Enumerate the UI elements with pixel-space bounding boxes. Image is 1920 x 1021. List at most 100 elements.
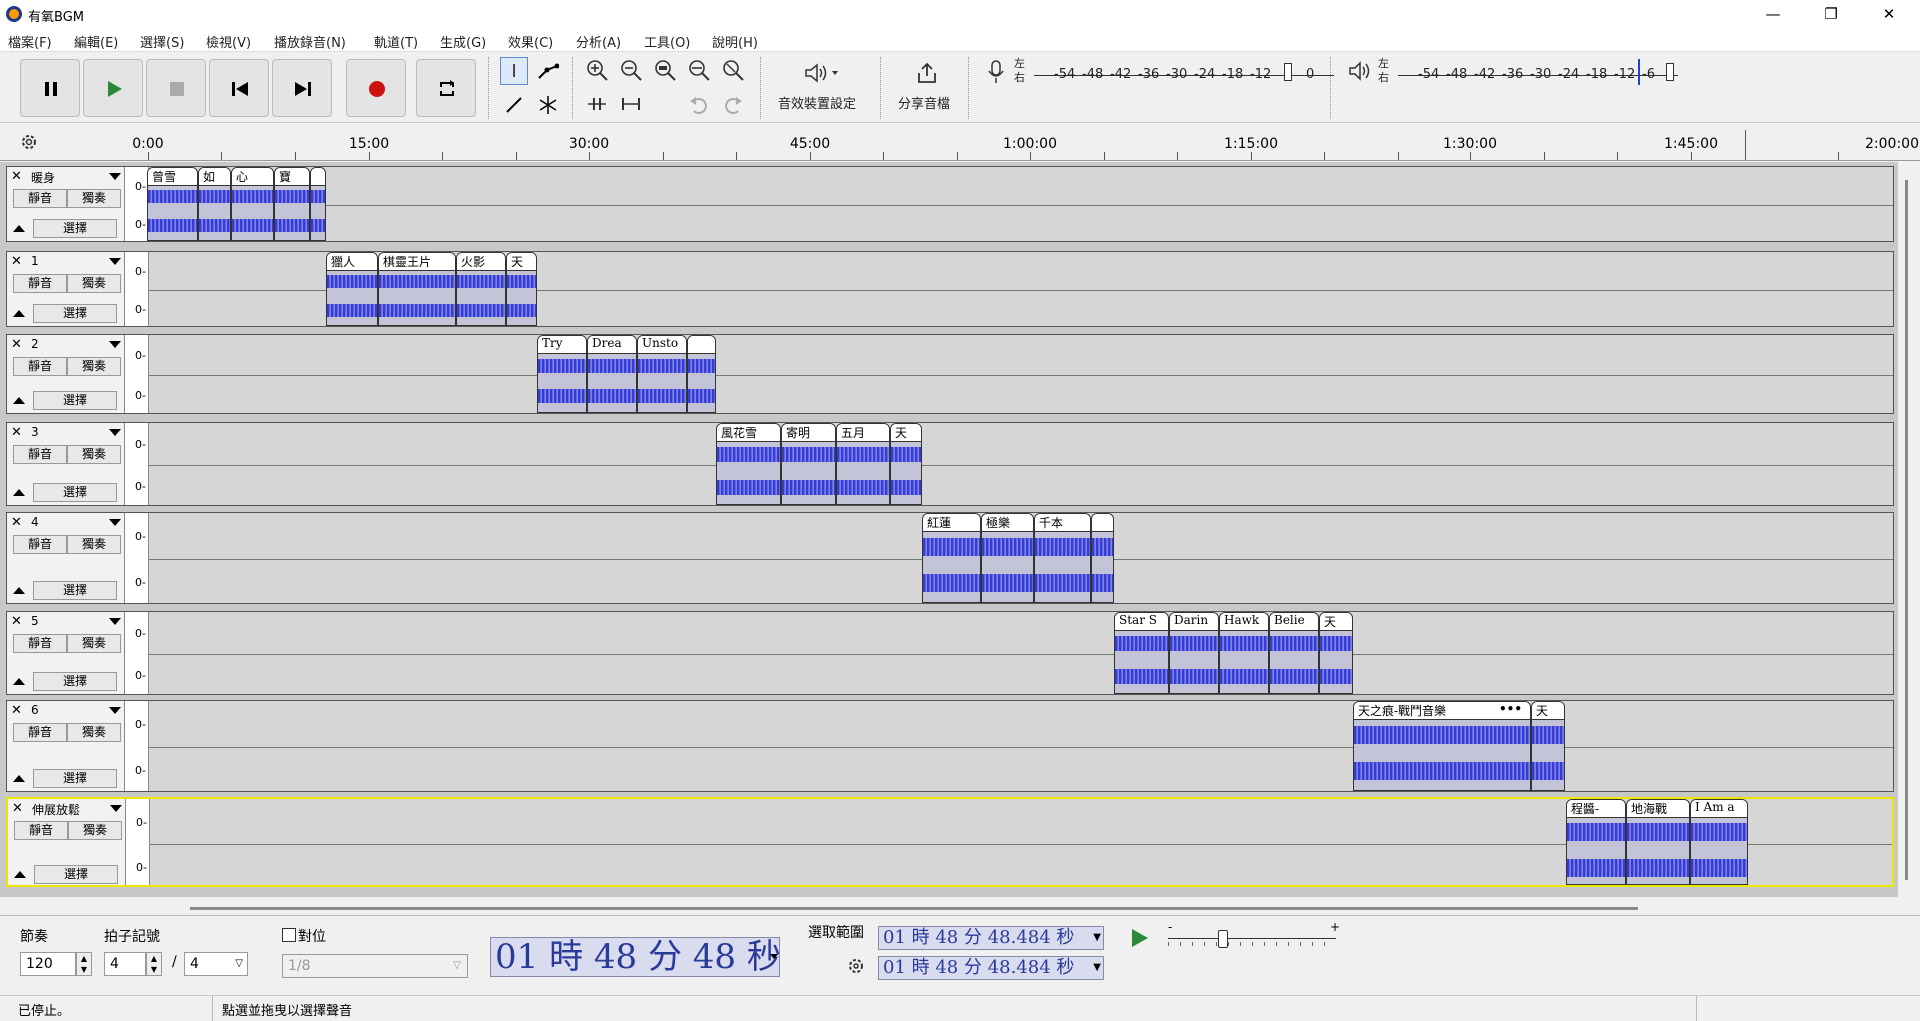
track-lane[interactable]: 紅蓮 極樂 千本	[149, 513, 1893, 603]
audio-clip[interactable]: Darin	[1169, 612, 1219, 694]
snap-select[interactable]: 1/8 ▽	[282, 954, 468, 978]
audio-clip[interactable]	[687, 335, 716, 413]
clip-title[interactable]: 地海戰	[1627, 800, 1689, 818]
record-meter[interactable]: 左 右 -54 -48 -42 -36 -30 -24 -18 -12 0	[1014, 57, 1334, 84]
collapse-track-icon[interactable]	[13, 225, 25, 232]
audio-clip[interactable]: 程醬-	[1566, 799, 1626, 885]
menu-edit[interactable]: 編輯(E)	[74, 32, 118, 51]
menu-transport[interactable]: 播放錄音(N)	[274, 32, 346, 51]
menu-effect[interactable]: 效果(C)	[508, 32, 553, 51]
clip-title[interactable]: 天	[1532, 702, 1564, 720]
track-name[interactable]: 6	[31, 703, 39, 717]
audio-clip[interactable]: 天	[890, 423, 922, 505]
fit-project-button[interactable]	[686, 57, 714, 85]
clip-title[interactable]: 天	[507, 253, 536, 271]
clip-title[interactable]: 五月	[837, 424, 889, 442]
audio-clip[interactable]: 寶	[274, 167, 310, 241]
close-track-icon[interactable]: ✕	[11, 614, 22, 629]
audio-clip[interactable]: I Am a	[1690, 799, 1748, 885]
skip-to-start-button[interactable]	[209, 59, 269, 117]
solo-button[interactable]: 獨奏	[67, 723, 121, 742]
collapse-track-icon[interactable]	[14, 871, 26, 878]
track-menu-chevron-icon[interactable]	[109, 519, 121, 526]
clip-title[interactable]	[688, 336, 715, 354]
clip-title[interactable]: I Am a	[1691, 800, 1747, 818]
record-meter-button[interactable]	[986, 59, 1006, 85]
clip-menu-icon[interactable]: •••	[1499, 702, 1522, 716]
mute-button[interactable]: 靜音	[13, 445, 67, 464]
clip-title[interactable]: Try	[538, 336, 586, 354]
solo-button[interactable]: 獨奏	[67, 357, 121, 376]
audio-clip[interactable]: 曾雪	[147, 167, 198, 241]
collapse-track-icon[interactable]	[13, 775, 25, 782]
clip-title[interactable]: 風花雪	[717, 424, 780, 442]
clip-title[interactable]: Belie	[1270, 613, 1318, 631]
audio-clip[interactable]: Try	[537, 335, 587, 413]
menu-generate[interactable]: 生成(G)	[440, 32, 486, 51]
meter-slider-handle[interactable]	[1666, 63, 1674, 81]
track-name[interactable]: 暖身	[31, 169, 55, 186]
snap-checkbox[interactable]	[282, 928, 296, 942]
pause-button[interactable]	[20, 59, 80, 117]
collapse-track-icon[interactable]	[13, 397, 25, 404]
undo-button[interactable]	[686, 91, 714, 119]
menu-help[interactable]: 說明(H)	[712, 32, 758, 51]
audio-setup-button[interactable]: 音效裝置設定	[770, 59, 874, 115]
clip-title[interactable]: Darin	[1170, 613, 1218, 631]
clip-title[interactable]: Star S	[1115, 613, 1168, 631]
play-at-speed-button[interactable]	[1126, 926, 1156, 952]
audio-clip[interactable]: 天	[1319, 612, 1353, 694]
track[interactable]: ✕ 4 靜音 獨奏 選擇 0- 0- 紅蓮 極樂 千本	[6, 512, 1894, 604]
audio-clip[interactable]: 獵人	[326, 252, 378, 326]
play-button[interactable]	[83, 59, 143, 117]
audio-clip[interactable]: 千本	[1034, 513, 1091, 603]
select-track-button[interactable]: 選擇	[33, 672, 117, 691]
close-button[interactable]: ✕	[1860, 0, 1918, 28]
close-track-icon[interactable]: ✕	[12, 801, 23, 816]
solo-button[interactable]: 獨奏	[67, 634, 121, 653]
solo-button[interactable]: 獨奏	[67, 274, 121, 293]
tempo-input[interactable]: 120	[20, 952, 76, 976]
time-signature-denominator[interactable]: 4 ▽	[184, 952, 248, 976]
playback-meter[interactable]: 左 右 -54 -48 -42 -36 -30 -24 -18 -12 -6	[1378, 57, 1688, 85]
track-lane[interactable]: 曾雪 如 心 寶	[147, 167, 1893, 241]
track-menu-chevron-icon[interactable]	[109, 173, 121, 180]
selection-settings-button[interactable]	[846, 956, 866, 976]
audio-clip[interactable]	[1091, 513, 1114, 603]
mute-button[interactable]: 靜音	[13, 634, 67, 653]
mute-button[interactable]: 靜音	[13, 723, 67, 742]
track-name[interactable]: 伸展放鬆	[32, 801, 80, 818]
audio-clip[interactable]: Unsto	[637, 335, 687, 413]
track[interactable]: ✕ 2 靜音 獨奏 選擇 0- 0- Try Drea Unsto	[6, 334, 1894, 414]
track-lane[interactable]: 程醬- 地海戰 I Am a	[150, 799, 1892, 885]
clip-title[interactable]: 獵人	[327, 253, 377, 271]
track-menu-chevron-icon[interactable]	[110, 805, 122, 812]
select-track-button[interactable]: 選擇	[33, 219, 117, 238]
track-menu-chevron-icon[interactable]	[109, 618, 121, 625]
mute-button[interactable]: 靜音	[13, 535, 67, 554]
audio-clip[interactable]: 極樂	[981, 513, 1034, 603]
clip-title[interactable]: 天	[1320, 613, 1352, 631]
clip-title[interactable]: Hawk	[1220, 613, 1268, 631]
audio-clip[interactable]: 地海戰	[1626, 799, 1690, 885]
track[interactable]: ✕ 1 靜音 獨奏 選擇 0- 0- 獵人 棋靈王片 火影 天	[6, 251, 1894, 327]
clip-title[interactable]: 棋靈王片	[379, 253, 455, 271]
vertical-scrollbar[interactable]	[1905, 180, 1908, 880]
track-menu-chevron-icon[interactable]	[109, 341, 121, 348]
time-display[interactable]: 01 時 48 分 48 秒	[490, 937, 781, 977]
select-track-button[interactable]: 選擇	[33, 391, 117, 410]
record-button[interactable]	[346, 59, 406, 117]
audio-clip[interactable]: 如	[198, 167, 231, 241]
menu-select[interactable]: 選擇(S)	[140, 32, 184, 51]
clip-title[interactable]: 天	[891, 424, 921, 442]
solo-button[interactable]: 獨奏	[67, 535, 121, 554]
track-menu-chevron-icon[interactable]	[109, 429, 121, 436]
collapse-track-icon[interactable]	[13, 678, 25, 685]
track-name[interactable]: 3	[31, 425, 39, 439]
track[interactable]: ✕ 暖身 靜音 獨奏 選擇 0- 0- 曾雪 如 心 寶	[6, 166, 1894, 242]
tracks-area[interactable]: ✕ 暖身 靜音 獨奏 選擇 0- 0- 曾雪 如 心 寶 ✕ 1 靜音 獨奏 選…	[0, 162, 1898, 897]
loop-button[interactable]	[416, 59, 476, 117]
fit-selection-button[interactable]	[652, 57, 680, 85]
playback-speed-slider[interactable]: - +	[1168, 920, 1340, 954]
clip-title[interactable]: Unsto	[638, 336, 686, 354]
